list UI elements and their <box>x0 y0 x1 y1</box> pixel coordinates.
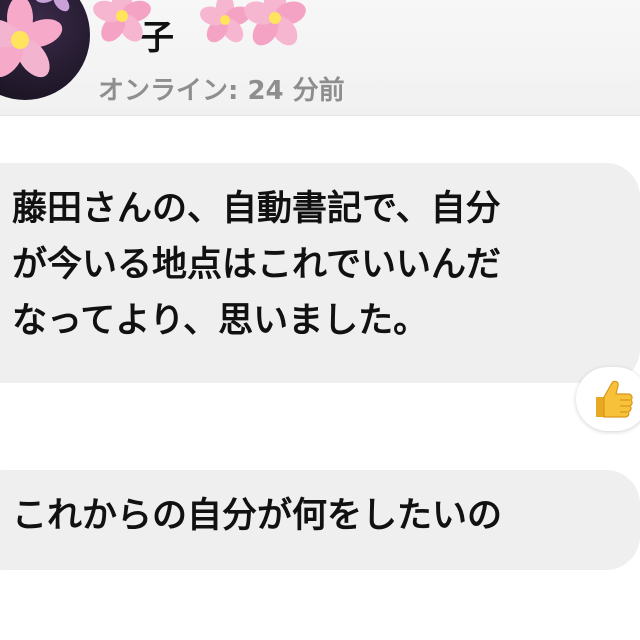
cherry-blossom-decoration-icon <box>93 0 306 46</box>
message-bubble[interactable]: 藤田さんの、自動書記で、自分 が今いる地点はこれでいいんだ なってより、思いまし… <box>0 163 640 383</box>
reaction-badge[interactable] <box>576 367 640 431</box>
message-line: なってより、思いました。 <box>12 301 429 341</box>
message-bubble[interactable]: これからの自分が何をしたいの <box>0 470 640 570</box>
chat-header[interactable]: 子 オンライン: 24 分前 <box>0 0 640 116</box>
chat-screen: 子 オンライン: 24 分前 藤田さんの、自動書記で、自分 が今いる地点はこれで… <box>0 0 640 640</box>
thumbs-up-icon <box>596 380 633 418</box>
message-line: これからの自分が何をしたいの <box>12 496 503 536</box>
online-status: オンライン: 24 分前 <box>98 76 345 106</box>
message-line: 藤田さんの、自動書記で、自分 <box>12 189 501 229</box>
message-line: が今いる地点はこれでいいんだ <box>12 245 501 285</box>
